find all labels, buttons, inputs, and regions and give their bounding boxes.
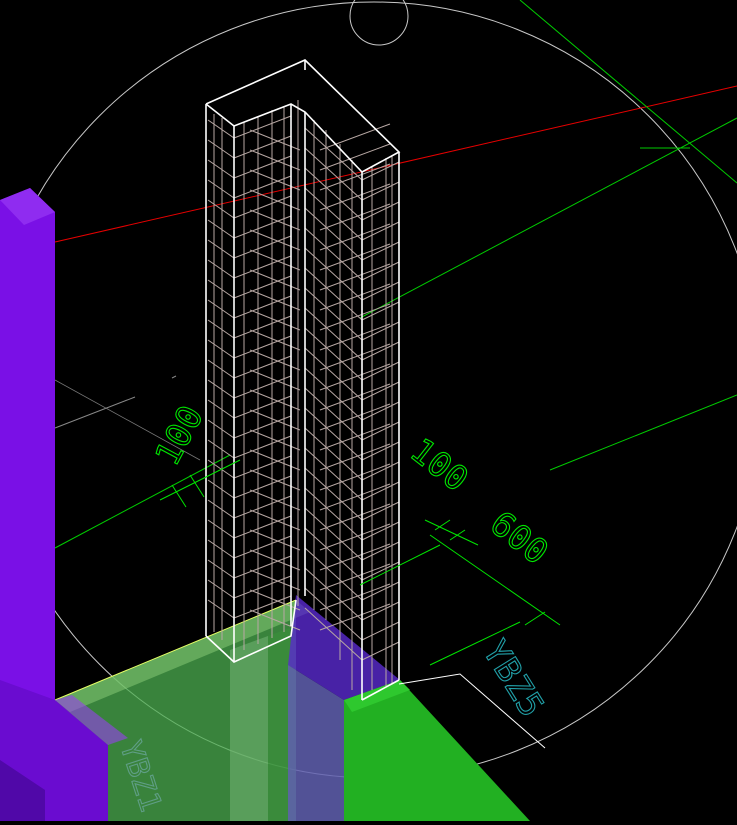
dim-right-top-tick-2 <box>449 529 466 541</box>
dim-left-tick-2 <box>189 474 205 498</box>
rebar-tie <box>319 263 391 291</box>
rebar-stirrup <box>207 259 235 279</box>
rebar-tie <box>319 123 391 151</box>
rebar-stirrup <box>361 441 400 461</box>
rebar-stirrup <box>207 419 235 439</box>
rebar-stirrup <box>361 261 400 281</box>
rebar-stirrup <box>361 181 400 201</box>
rebar-stirrup <box>207 159 235 179</box>
rebar-stirrup <box>207 359 235 379</box>
rebar-tie <box>319 183 391 211</box>
rebar-tie <box>319 323 391 351</box>
rebar-tie <box>319 403 391 431</box>
rebar-tie <box>319 383 391 411</box>
rebar-stirrup <box>361 601 400 621</box>
rebar-stirrup <box>361 461 400 481</box>
rebar-tie <box>319 283 391 311</box>
rebar-stirrup <box>361 581 400 601</box>
rebar-stirrup <box>207 139 235 159</box>
rebar-stirrup <box>207 539 235 559</box>
dim-right-top-line <box>424 519 479 546</box>
rebar-tie <box>319 523 391 551</box>
dimension-text-left: 100 <box>148 399 212 472</box>
rebar-stirrup <box>361 501 400 521</box>
rebar-stirrup <box>361 341 400 361</box>
rebar-tie <box>319 303 391 331</box>
orbit-handle-top[interactable] <box>349 0 409 46</box>
rebar-stirrup <box>361 401 400 421</box>
rebar-stirrup <box>361 321 400 341</box>
rebar-stirrup <box>361 421 400 441</box>
column-top-outline <box>205 59 401 173</box>
rebar-stirrup <box>361 621 400 641</box>
rebar-stirrup <box>361 481 400 501</box>
rebar-stirrup <box>207 479 235 499</box>
rebar-stirrup <box>361 641 400 661</box>
rebar-stirrup <box>207 299 235 319</box>
rebar-stirrup <box>361 221 400 241</box>
rebar-stirrup <box>207 559 235 579</box>
rebar-stirrup <box>207 599 235 619</box>
rebar-stirrup <box>207 439 235 459</box>
rebar-tie <box>319 443 391 471</box>
rebar-stirrup <box>207 379 235 399</box>
rebar-stirrup <box>361 381 400 401</box>
rebar-tie <box>319 343 391 371</box>
rebar-stirrup <box>207 219 235 239</box>
rebar-tie <box>319 163 391 191</box>
rebar-tie <box>319 203 391 231</box>
rebar-tie <box>319 223 391 251</box>
rebar-tie <box>319 583 391 611</box>
axis-line-green-left <box>54 454 231 549</box>
rebar-stirrup <box>207 499 235 519</box>
dimension-text-right-top: 100 <box>402 431 475 500</box>
column-tag-text[interactable]: YBZ5 <box>474 633 552 725</box>
rebar-stirrup <box>207 339 235 359</box>
rebar-stirrup <box>361 201 400 221</box>
rebar-tie <box>319 463 391 491</box>
rebar-tie <box>319 423 391 451</box>
rebar-stirrup <box>361 361 400 381</box>
rebar-stirrup <box>361 301 400 321</box>
rebar-stirrup <box>207 199 235 219</box>
rebar-stirrup <box>207 279 235 299</box>
slab-inner-face <box>230 636 268 821</box>
rebar-tie <box>319 363 391 391</box>
rebar-stirrup <box>361 541 400 561</box>
rebar-stirrup <box>207 179 235 199</box>
axis-line-green-right <box>549 394 737 471</box>
viewport-canvas: 100 100 600 YBZ5 YBZ1 <box>0 0 737 825</box>
rebar-tie <box>319 483 391 511</box>
rebar-stirrup <box>361 281 400 301</box>
rebar-stirrup <box>361 561 400 581</box>
rebar-stirrup <box>361 521 400 541</box>
slab-inner-face-2 <box>268 628 290 821</box>
rebar-tie <box>319 563 391 591</box>
rebar-tie <box>319 143 391 171</box>
cad-3d-viewport[interactable]: 100 100 600 YBZ5 YBZ1 <box>0 0 737 825</box>
rebar-tie <box>319 603 391 631</box>
rebar-stirrup <box>207 319 235 339</box>
rebar-tie <box>319 243 391 271</box>
rebar-tie <box>319 503 391 531</box>
axis-line-green-diagonal <box>519 0 737 184</box>
dim-right-bottom-tick <box>524 611 546 626</box>
dimension-text-right-bottom: 600 <box>482 504 555 573</box>
rebar-stirrup <box>207 519 235 539</box>
rebar-stirrup <box>207 239 235 259</box>
rebar-stirrup <box>207 399 235 419</box>
rebar-stirrup <box>207 579 235 599</box>
grid-dot <box>171 375 177 379</box>
rebar-tie <box>319 543 391 571</box>
rebar-stirrup <box>361 241 400 261</box>
